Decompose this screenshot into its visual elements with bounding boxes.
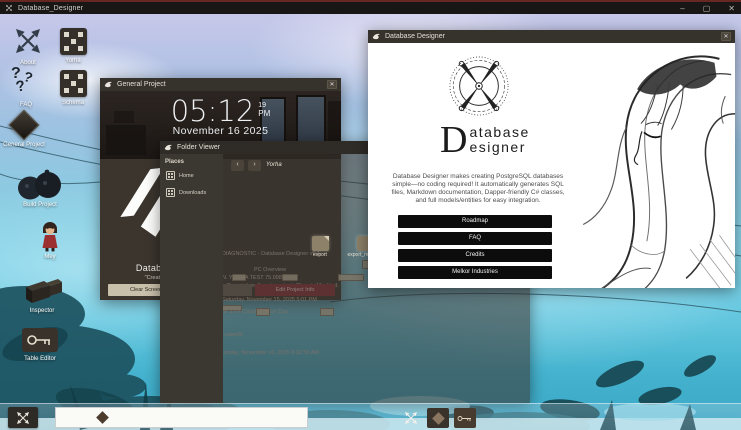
icon-label: Inspector: [6, 308, 78, 314]
melkor-industries-button[interactable]: Melkor Industries: [398, 266, 552, 279]
tray-general-project-icon[interactable]: [427, 408, 449, 428]
back-button[interactable]: ‹: [231, 160, 244, 171]
taskbar: [0, 403, 741, 430]
location-label: Yorha: [266, 162, 282, 168]
boxes-icon: [20, 277, 64, 305]
taskbar-start-button[interactable]: [8, 407, 38, 428]
minimize-button[interactable]: –: [680, 2, 684, 16]
diamond-icon: [8, 109, 39, 140]
window-title: Folder Viewer: [177, 144, 220, 151]
maximize-button[interactable]: ▢: [703, 2, 711, 16]
clock-meridiem: PM: [258, 109, 270, 118]
close-button[interactable]: ✕: [728, 2, 735, 16]
sidebar-item-home[interactable]: Home: [166, 171, 223, 180]
girl-sketch-art: [541, 53, 735, 288]
icon-label: Build Project: [4, 202, 76, 208]
tray-yorha-icon[interactable]: [400, 408, 422, 428]
logo-initial: D: [440, 123, 467, 157]
x-arrows-icon: [403, 410, 419, 426]
faq-button[interactable]: FAQ: [398, 232, 552, 245]
window-title: General Project: [117, 81, 166, 88]
clock-date: November 16 2025: [100, 125, 341, 137]
desktop-icon-mey[interactable]: Mey: [14, 220, 86, 260]
desktop-icon-general-project[interactable]: General Project: [0, 110, 60, 148]
folder-viewer-sidebar: Places Home Downloads: [160, 154, 223, 403]
desktop-icon-inspector[interactable]: Inspector: [6, 276, 78, 314]
desktop-icon-build-project[interactable]: Build Project: [4, 166, 76, 208]
robots-icon: [14, 166, 66, 200]
compass-emblem: [448, 55, 510, 117]
diamond-icon: [96, 411, 109, 424]
app-title: Database_Designer: [18, 5, 83, 12]
yorha-squares-icon: [60, 70, 87, 97]
desktop-icon-table-editor[interactable]: Table Editor: [4, 326, 76, 362]
bird-icon: [164, 143, 173, 152]
file-export[interactable]: export: [298, 236, 342, 258]
logo-line2: esigner: [469, 140, 529, 155]
file-icon: [312, 236, 329, 251]
yorha-squares-icon: [166, 188, 175, 197]
icon-label: Schema: [37, 100, 109, 106]
roadmap-button[interactable]: Roadmap: [398, 215, 552, 228]
x-arrows-icon: [5, 4, 13, 12]
desktop-root: About Yorha ? ? ? FAQ: [0, 0, 741, 430]
key-icon: [21, 327, 59, 353]
credits-button[interactable]: Credits: [398, 249, 552, 262]
diamond-icon: [432, 412, 445, 425]
window-title: Database Designer: [385, 33, 445, 40]
general-project-titlebar[interactable]: General Project ✕: [100, 78, 341, 91]
icon-label: Mey: [14, 254, 86, 260]
database-designer-window: Database Designer ✕: [368, 30, 735, 288]
yorha-squares-icon: [60, 28, 87, 55]
icon-label: Yorha: [37, 58, 109, 64]
bird-icon: [104, 80, 113, 89]
forward-button[interactable]: ›: [248, 160, 261, 171]
x-arrows-icon: [15, 410, 31, 426]
close-button[interactable]: ✕: [327, 80, 337, 89]
doll-icon: [39, 221, 61, 252]
icon-label: Table Editor: [4, 356, 76, 362]
close-button[interactable]: ✕: [721, 32, 731, 41]
key-icon: [457, 414, 473, 423]
clock-seconds: 19: [258, 102, 266, 109]
desktop-icon-yorha[interactable]: Yorha: [37, 26, 109, 64]
yorha-squares-icon: [166, 171, 175, 180]
tray-table-editor-icon[interactable]: [454, 408, 476, 428]
icon-label: General Project: [0, 142, 60, 148]
desktop-icon-schema[interactable]: Schema: [37, 68, 109, 106]
database-designer-titlebar[interactable]: Database Designer ✕: [368, 30, 735, 43]
places-header: Places: [165, 159, 223, 165]
bird-icon: [372, 32, 381, 41]
logo-line1: atabase: [469, 125, 529, 140]
app-titlebar[interactable]: Database_Designer – ▢ ✕: [0, 0, 741, 14]
clock: 05:12 19 PM November 16 2025: [100, 98, 341, 137]
sidebar-item-downloads[interactable]: Downloads: [166, 188, 223, 197]
clock-time: 05:12: [171, 98, 255, 124]
taskbar-window-button[interactable]: [55, 407, 308, 428]
